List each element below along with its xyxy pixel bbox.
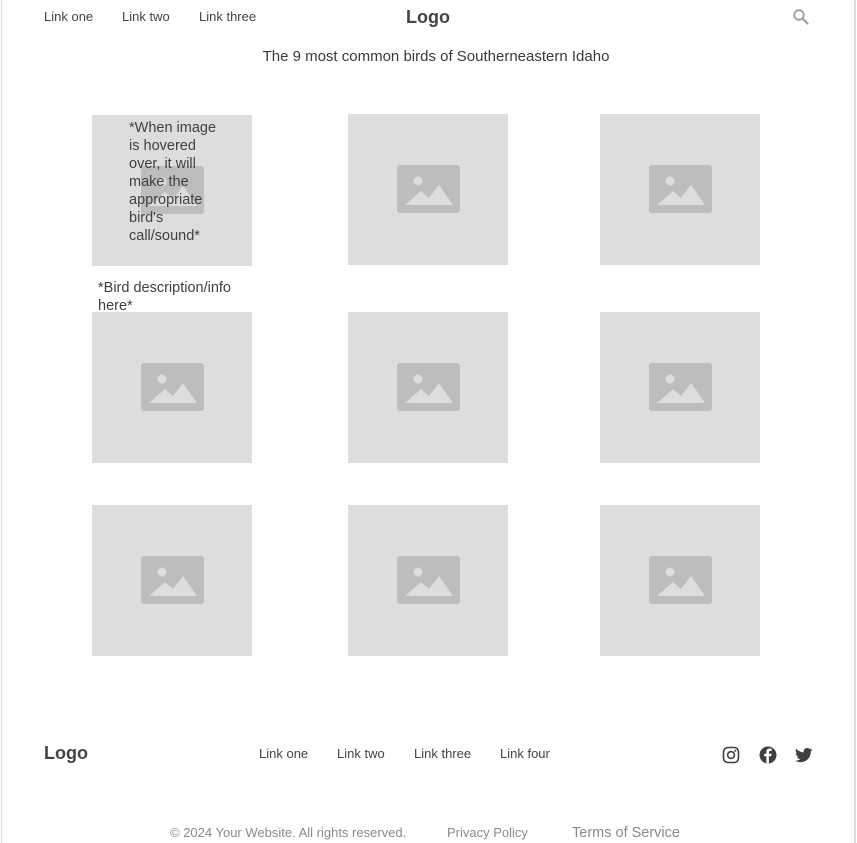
page-title: The 9 most common birds of Southerneaste… [262,48,610,65]
privacy-policy-link[interactable]: Privacy Policy [447,825,528,840]
image-placeholder-icon [649,165,712,213]
terms-of-service-link[interactable]: Terms of Service [572,825,680,841]
bird-image-7[interactable] [92,505,252,656]
hover-sound-note: *When image is hovered over, it will mak… [129,120,217,244]
image-placeholder-icon [141,363,204,411]
image-placeholder-icon [649,363,712,411]
bird-image-4[interactable] [92,312,252,463]
twitter-icon[interactable] [795,746,813,764]
nav-link-one[interactable]: Link one [44,9,93,24]
bird-image-5[interactable] [348,312,508,463]
instagram-icon[interactable] [722,746,740,764]
facebook-icon[interactable] [759,746,777,764]
footer-link-one[interactable]: Link one [259,746,308,761]
header-logo[interactable]: Logo [406,7,450,28]
footer-link-three[interactable]: Link three [414,746,471,761]
search-icon[interactable] [792,8,810,26]
nav-link-two[interactable]: Link two [122,9,170,24]
image-placeholder-icon [397,165,460,213]
bird-image-3[interactable] [600,114,760,265]
page-border-right [854,0,856,843]
bird-description-note: *Bird description/info here* [98,280,231,314]
footer-logo[interactable]: Logo [44,743,88,764]
image-placeholder-icon [397,363,460,411]
nav-link-three[interactable]: Link three [199,9,256,24]
page-border-left [1,0,2,843]
image-placeholder-icon [141,556,204,604]
copyright-text: © 2024 Your Website. All rights reserved… [170,825,407,840]
image-placeholder-icon [649,556,712,604]
footer-link-two[interactable]: Link two [337,746,385,761]
footer-link-four[interactable]: Link four [500,746,550,761]
bird-image-8[interactable] [348,505,508,656]
bird-image-6[interactable] [600,312,760,463]
bird-image-2[interactable] [348,114,508,265]
image-placeholder-icon [397,556,460,604]
bird-image-9[interactable] [600,505,760,656]
